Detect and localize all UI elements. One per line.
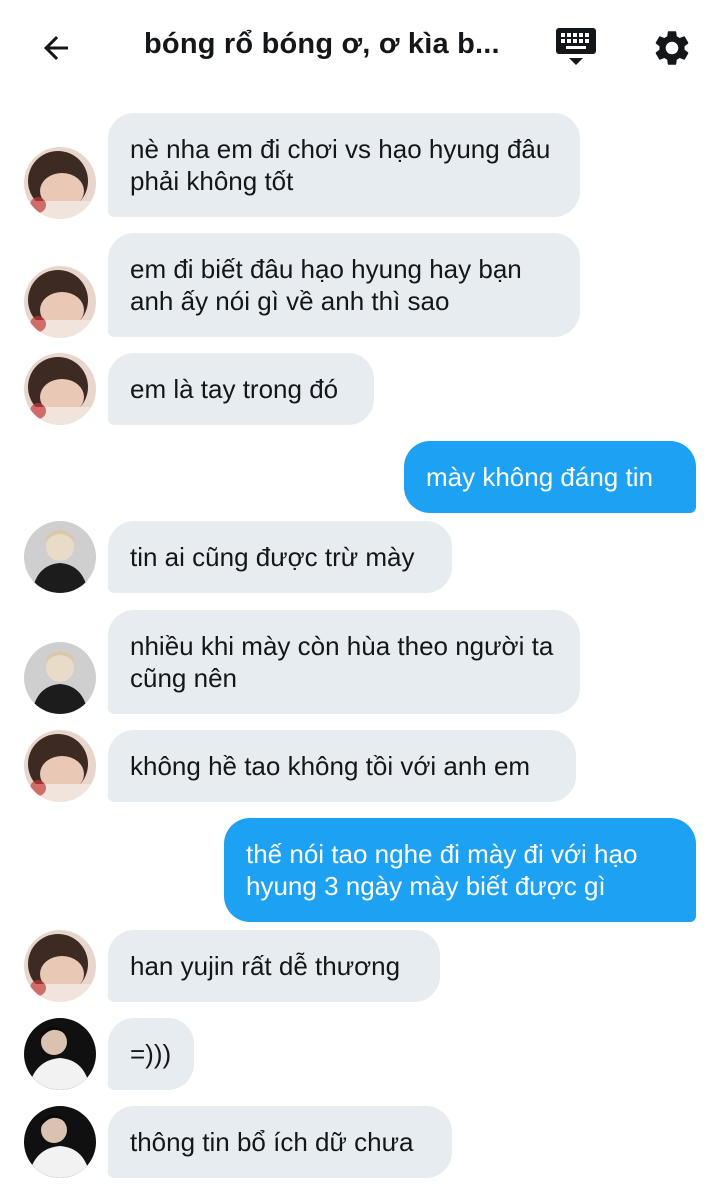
outgoing-message-bubble[interactable]: mày không đáng tin bbox=[404, 441, 696, 513]
message-text: mày không đáng tin bbox=[426, 462, 653, 492]
avatar[interactable] bbox=[24, 266, 96, 338]
avatar[interactable] bbox=[24, 521, 96, 593]
message-text: nhiều khi mày còn hùa theo người ta cũng… bbox=[130, 631, 554, 693]
avatar-photo bbox=[24, 930, 96, 1002]
incoming-message-bubble[interactable]: nè nha em đi chơi vs hạo hyung đâu phải … bbox=[108, 113, 580, 217]
keyboard-button[interactable] bbox=[552, 22, 600, 74]
avatar[interactable] bbox=[24, 730, 96, 802]
message-text: =))) bbox=[130, 1039, 172, 1069]
keyboard-icon bbox=[556, 28, 596, 65]
settings-button[interactable] bbox=[646, 22, 698, 74]
message-text: tin ai cũng được trừ mày bbox=[130, 542, 415, 572]
back-button[interactable] bbox=[28, 22, 84, 74]
conversation-title[interactable]: bóng rổ bóng ơ, ơ kìa b... bbox=[144, 28, 504, 61]
chat-header: bóng rổ bóng ơ, ơ kìa b... bbox=[0, 0, 720, 96]
outgoing-message-bubble[interactable]: thế nói tao nghe đi mày đi với hạo hyung… bbox=[224, 818, 696, 922]
message-text: thông tin bổ ích dữ chưa bbox=[130, 1127, 414, 1157]
incoming-message-bubble[interactable]: nhiều khi mày còn hùa theo người ta cũng… bbox=[108, 610, 580, 714]
message-text: em là tay trong đó bbox=[130, 374, 339, 404]
gear-icon bbox=[655, 31, 689, 65]
incoming-message-bubble[interactable]: em đi biết đâu hạo hyung hay bạn anh ấy … bbox=[108, 233, 580, 337]
incoming-message-bubble[interactable]: không hề tao không tồi với anh em bbox=[108, 730, 576, 802]
incoming-message-bubble[interactable]: =))) bbox=[108, 1018, 194, 1090]
message-text: không hề tao không tồi với anh em bbox=[130, 751, 531, 781]
message-text: thế nói tao nghe đi mày đi với hạo hyung… bbox=[246, 839, 638, 901]
message-text: em đi biết đâu hạo hyung hay bạn anh ấy … bbox=[130, 254, 522, 316]
avatar-photo bbox=[24, 642, 96, 714]
message-text: han yujin rất dễ thương bbox=[130, 951, 401, 981]
incoming-message-bubble[interactable]: tin ai cũng được trừ mày bbox=[108, 521, 452, 593]
avatar-photo bbox=[24, 266, 96, 338]
incoming-message-bubble[interactable]: thông tin bổ ích dữ chưa bbox=[108, 1106, 452, 1178]
message-text: nè nha em đi chơi vs hạo hyung đâu phải … bbox=[130, 134, 551, 196]
avatar[interactable] bbox=[24, 1018, 96, 1090]
avatar-photo bbox=[24, 521, 96, 593]
avatar-photo bbox=[24, 147, 96, 219]
avatar-photo bbox=[24, 1106, 96, 1178]
avatar[interactable] bbox=[24, 930, 96, 1002]
avatar-photo bbox=[24, 730, 96, 802]
avatar-photo bbox=[24, 1018, 96, 1090]
avatar[interactable] bbox=[24, 353, 96, 425]
avatar[interactable] bbox=[24, 1106, 96, 1178]
avatar[interactable] bbox=[24, 147, 96, 219]
arrow-left-icon bbox=[44, 36, 68, 60]
avatar-photo bbox=[24, 353, 96, 425]
avatar[interactable] bbox=[24, 642, 96, 714]
incoming-message-bubble[interactable]: han yujin rất dễ thương bbox=[108, 930, 440, 1002]
incoming-message-bubble[interactable]: em là tay trong đó bbox=[108, 353, 374, 425]
